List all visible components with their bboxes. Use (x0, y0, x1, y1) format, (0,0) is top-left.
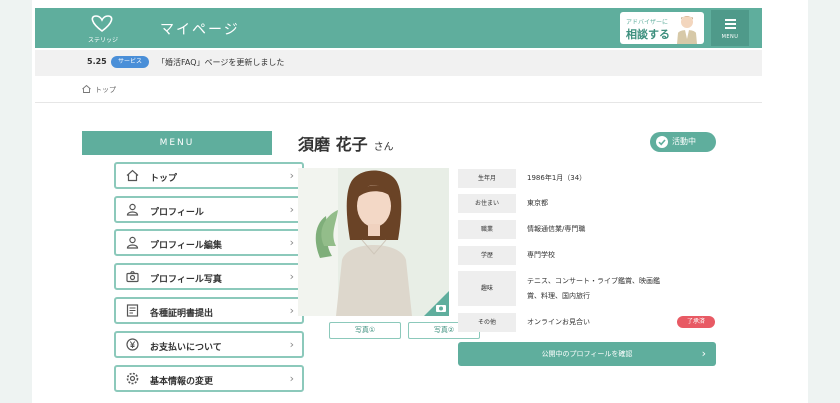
sidebar-item-basic-info[interactable]: 基本情報の変更 › (114, 365, 304, 392)
news-bar: 5.25 サービス 「婚活FAQ」ページを更新しました (35, 50, 762, 76)
sidebar-item-profile[interactable]: プロフィール › (114, 196, 304, 223)
divider (35, 102, 762, 103)
info-key: 職業 (458, 220, 516, 239)
yen-icon (126, 338, 139, 351)
news-date: 5.25 (87, 57, 107, 66)
camera-icon (126, 270, 139, 283)
consult-label: 相談する (626, 28, 670, 41)
profile-name: 須磨 花子 さん (298, 131, 394, 155)
view-public-profile-button[interactable]: 公開中のプロフィールを確認 › (458, 342, 716, 366)
profile-honorific: さん (373, 142, 394, 153)
cta-label: 公開中のプロフィールを確認 (541, 350, 633, 358)
home-icon (82, 85, 91, 93)
info-value: 情報通信業/専門職 (527, 225, 586, 233)
info-value-cont: 賞、料理、国内旅行 (527, 292, 590, 300)
sidebar-item-label: 基本情報の変更 (150, 377, 214, 387)
person-icon (126, 203, 139, 216)
sidebar-item-profile-edit[interactable]: プロフィール編集 › (114, 229, 304, 256)
sidebar-item-certificates[interactable]: 各種証明書提出 › (114, 297, 304, 324)
sidebar-item-label: プロフィール (150, 208, 204, 218)
info-key: 趣味 (458, 271, 516, 306)
advisor-illustration-icon (677, 16, 697, 44)
sidebar-item-label: プロフィール編集 (150, 241, 222, 251)
news-category-badge: サービス (111, 56, 149, 68)
home-icon (126, 169, 139, 182)
chevron-right-icon: › (289, 338, 294, 351)
chevron-right-icon: › (289, 169, 294, 182)
heart-logo-icon (91, 15, 113, 32)
document-icon (126, 304, 139, 317)
sidebar-item-label: プロフィール写真 (150, 275, 222, 285)
info-key: 生年月 (458, 169, 516, 188)
sidebar-item-profile-photo[interactable]: プロフィール写真 › (114, 263, 304, 290)
sidebar-menu: MENU (82, 131, 272, 155)
camera-corner-icon[interactable] (424, 291, 449, 316)
sidebar-title: MENU (82, 131, 272, 155)
consult-subtitle: アドバイザーに (626, 19, 669, 26)
check-icon (656, 136, 668, 148)
header-bar: ステリッジ マイページ アドバイザーに 相談する MENU (35, 8, 762, 48)
consent-badge: 了承済 (677, 316, 715, 328)
logo-text: ステリッジ (88, 37, 119, 44)
chevron-right-icon: › (289, 236, 294, 249)
sidebar-item-label: トップ (150, 174, 178, 184)
info-value: 東京都 (527, 199, 548, 207)
status-label: 活動中 (672, 137, 696, 146)
info-value: オンラインお見合い (527, 318, 590, 326)
sidebar-item-label: お支払いについて (150, 343, 222, 353)
info-key: 学歴 (458, 246, 516, 265)
sidebar-item-label: 各種証明書提出 (150, 309, 214, 319)
info-key: その他 (458, 313, 516, 332)
gear-icon (126, 372, 139, 385)
chevron-right-icon: › (289, 372, 294, 385)
status-badge: 活動中 (650, 132, 716, 152)
consult-advisor-button[interactable]: アドバイザーに 相談する (620, 12, 704, 44)
breadcrumb-home-link[interactable]: トップ (95, 86, 116, 94)
news-link[interactable]: 「婚活FAQ」ページを更新しました (157, 57, 284, 68)
chevron-right-icon: › (289, 203, 294, 216)
person-icon (126, 236, 139, 249)
sidebar-item-top[interactable]: トップ › (114, 162, 304, 189)
breadcrumb: トップ (82, 85, 116, 95)
page-title: マイページ (160, 22, 240, 38)
sidebar-item-payment[interactable]: お支払いについて › (114, 331, 304, 358)
info-key: お住まい (458, 194, 516, 213)
info-value: 1986年1月（34） (527, 174, 587, 182)
chevron-right-icon: › (701, 347, 706, 360)
chevron-right-icon: › (289, 270, 294, 283)
info-value: 専門学校 (527, 251, 555, 259)
logo[interactable]: ステリッジ (87, 13, 123, 44)
menu-button-label: MENU (721, 34, 739, 40)
chevron-right-icon: › (289, 304, 294, 317)
photo-tab-1[interactable]: 写真① (329, 322, 401, 339)
profile-name-text: 須磨 花子 (298, 135, 368, 154)
menu-button[interactable]: MENU (711, 10, 749, 46)
info-value: テニス、コンサート・ライブ鑑賞、映画鑑 (527, 277, 660, 285)
hamburger-icon (725, 19, 736, 21)
